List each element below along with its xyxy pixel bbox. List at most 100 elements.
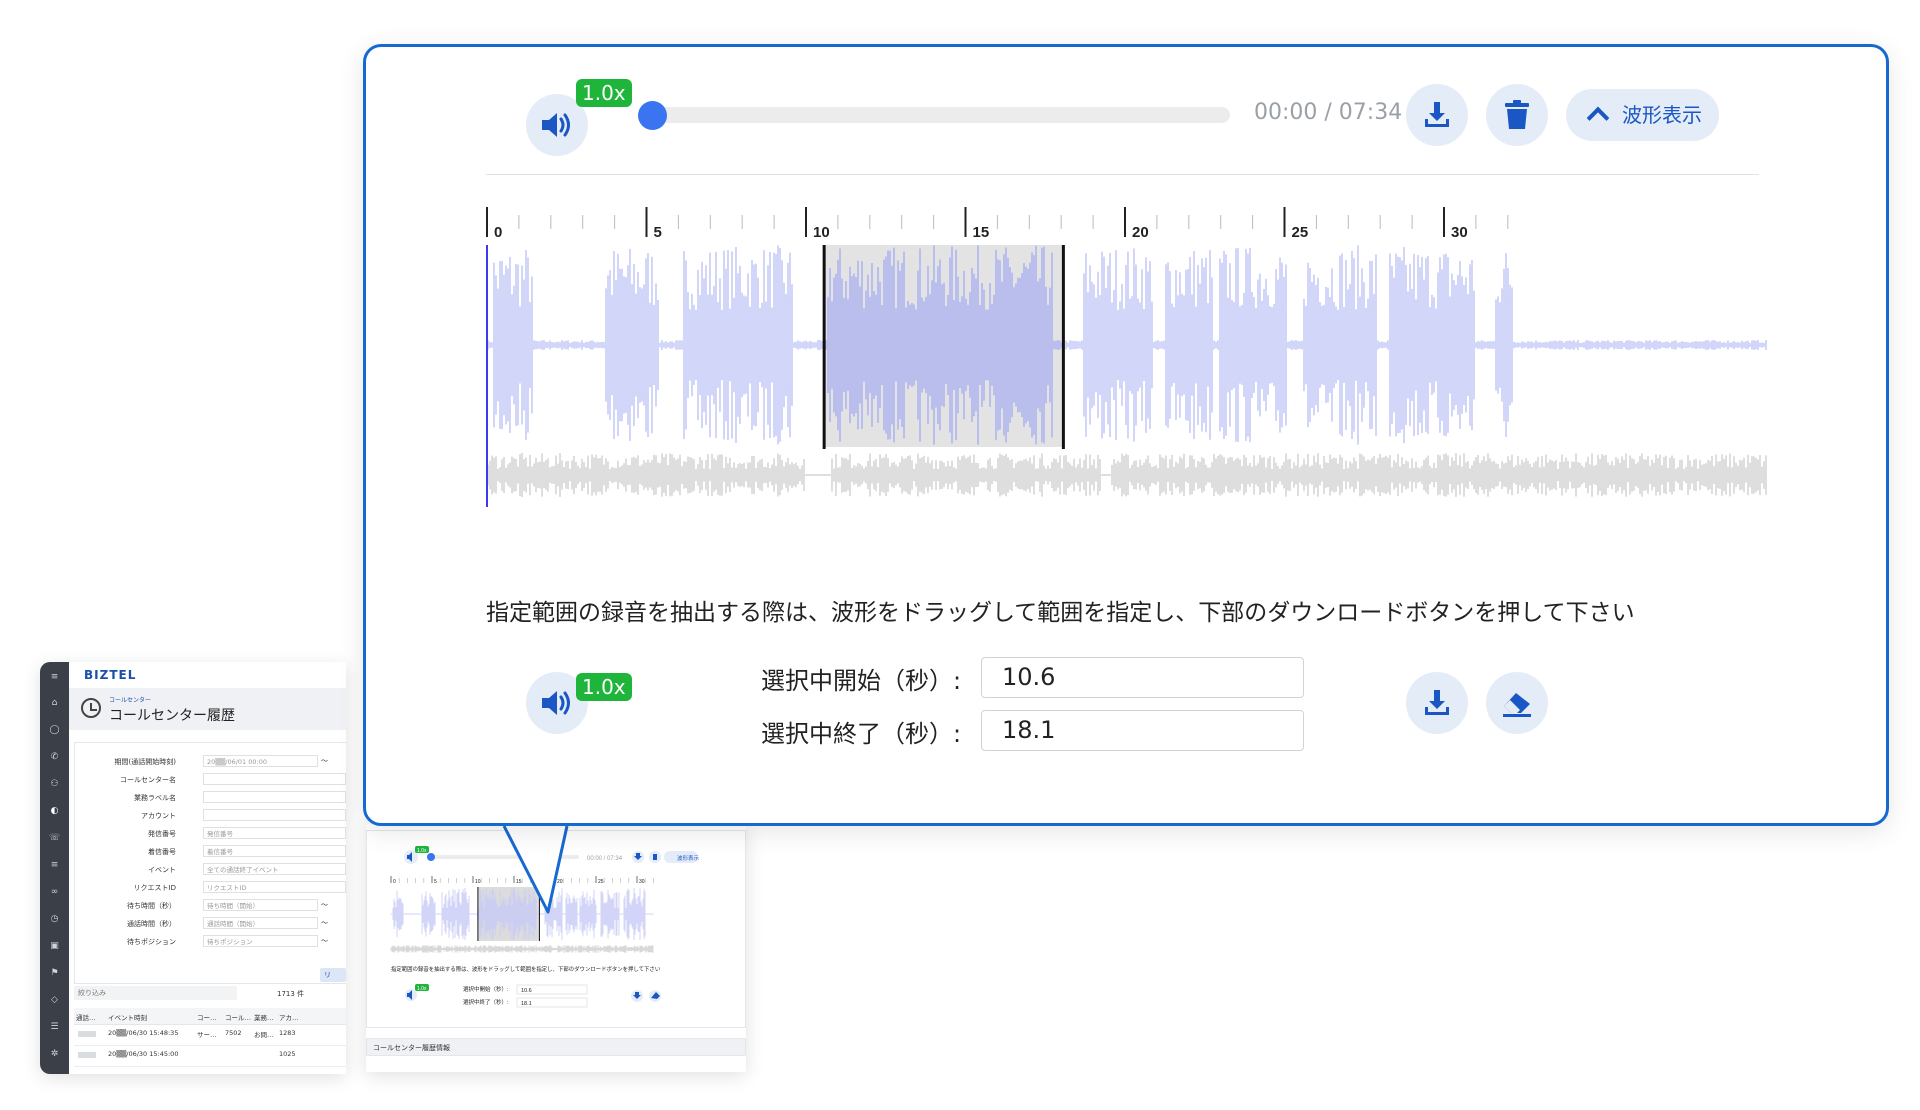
speed-badge-bottom[interactable]: 1.0x — [576, 673, 632, 701]
seek-knob[interactable] — [638, 101, 667, 130]
shield-icon[interactable]: ◇ — [49, 995, 60, 1006]
page-header: コールセンター コールセンター履歴 — [69, 688, 346, 730]
table-cell: 20▒▒/06/30 15:48:35 — [108, 1029, 179, 1037]
speed-badge[interactable]: 1.0x — [576, 79, 632, 107]
filter-input[interactable]: リクエストID — [203, 881, 346, 893]
mini-seek-knob — [427, 853, 435, 861]
filter-input[interactable]: 全ての通話終了イベント — [203, 863, 346, 875]
filter-input[interactable] — [203, 791, 346, 803]
table-cell: 7502 — [225, 1029, 242, 1037]
download-selection-button[interactable] — [1406, 672, 1468, 734]
range-separator: 〜 — [321, 901, 328, 909]
settings-sliders-icon[interactable]: ≡ — [49, 860, 60, 871]
mini-info-header: コールセンター履歴情報 — [366, 1038, 746, 1056]
instruction-text: 指定範囲の録音を抽出する際は、波形をドラッグして範囲を指定し、下部のダウンロード… — [486, 600, 1635, 626]
filter-form: 期間(通話開始時刻) 20▒▒/06/01 00:00 〜コールセンター名 業務ラベル… — [74, 742, 346, 984]
call-log-icon[interactable]: ☏ — [49, 833, 60, 844]
filter-label: 待ち時間（秒） — [127, 902, 176, 910]
download-icon — [1425, 102, 1449, 127]
column-header[interactable]: イベント時刻 — [108, 1012, 147, 1022]
filter-input[interactable]: 通話時間（開始） — [203, 917, 318, 929]
filter-row: 通話時間（秒） 通話時間（開始）〜 — [75, 917, 346, 931]
filter-row: 着信番号 着信番号 — [75, 845, 346, 859]
filter-row: 業務ラベル名 — [75, 791, 346, 805]
filter-label: 業務ラベル名 — [134, 794, 176, 802]
mini-end-label: 選択中終了（秒）: — [463, 998, 509, 1006]
trash-icon — [1505, 100, 1529, 129]
user-icon[interactable]: ◯ — [49, 725, 60, 736]
group-icon[interactable]: ⚇ — [49, 779, 60, 790]
filter-input[interactable]: 着信番号 — [203, 845, 346, 857]
database-icon[interactable]: ☰ — [49, 1022, 60, 1033]
ruler-tick-label: 10 — [813, 224, 830, 241]
mini-end-value: 18.1 — [521, 1001, 532, 1007]
column-header[interactable]: 通話… — [76, 1012, 96, 1022]
mini-start-value: 10.6 — [521, 988, 532, 994]
selection-end-input[interactable]: 18.1 — [981, 710, 1304, 751]
gear-icon[interactable]: ✲ — [49, 1049, 60, 1060]
ruler-tick-label: 5 — [654, 224, 662, 241]
filter-label: 着信番号 — [148, 848, 176, 856]
waveform-secondary — [486, 453, 1767, 497]
clipboard-icon[interactable]: ▣ — [49, 941, 60, 952]
search-button[interactable]: リ — [320, 968, 346, 982]
filter-label: 待ちポジション — [127, 938, 176, 946]
mini-ruler-label: 10 — [475, 879, 481, 885]
narrow-input[interactable]: 絞り込み — [74, 986, 237, 1000]
table-row[interactable]: 20▒▒/06/30 15:45:00 1025 — [74, 1046, 346, 1067]
menu-icon[interactable]: ≡ — [49, 672, 60, 683]
mini-trash-icon — [653, 854, 657, 860]
flag-icon[interactable]: ⚑ — [49, 968, 60, 979]
filter-label: リクエストID — [133, 884, 176, 892]
page-title: コールセンター履歴 — [109, 708, 235, 724]
home-icon[interactable]: ⌂ — [49, 698, 60, 709]
clear-selection-button[interactable] — [1486, 672, 1548, 734]
filter-input[interactable] — [203, 809, 346, 821]
column-header[interactable]: コール… — [225, 1012, 251, 1022]
history-icon[interactable]: ◷ — [49, 914, 60, 925]
mini-ruler-label: 30 — [639, 879, 645, 885]
mini-player-svg: 1.0x 00:00 / 07:34 波形表示 0 5 10 15 20 25 30 指定範囲の録音… — [390, 846, 700, 1008]
filter-label: 期間(通話開始時刻) — [114, 758, 176, 766]
filter-input[interactable]: 待ち時間（開始） — [203, 899, 318, 911]
link-icon[interactable]: ∞ — [49, 887, 60, 898]
seek-bar[interactable] — [650, 107, 1230, 123]
headset-icon[interactable]: ◐ — [49, 806, 60, 817]
range-separator: 〜 — [321, 937, 328, 945]
waveform-toggle-button[interactable]: 波形表示 — [1566, 89, 1719, 141]
mini-seek-bar — [429, 855, 579, 859]
phone-icon[interactable]: ✆ — [49, 752, 60, 763]
chevron-up-icon — [1586, 106, 1610, 130]
download-button[interactable] — [1406, 84, 1468, 146]
volume-icon — [542, 113, 570, 137]
player-callout: 1.0x 00:00 / 07:34 波形表示 0 5 10 15 20 25 30 指定範… — [363, 44, 1889, 826]
delete-button[interactable] — [1486, 84, 1548, 146]
ruler-tick-label: 25 — [1292, 224, 1309, 241]
filter-input[interactable]: 発信番号 — [203, 827, 346, 839]
filter-label: アカウント — [141, 812, 176, 820]
sidebar-rail: ≡ ⌂ ◯ ✆ ⚇ ◐ ☏ ≡ ∞ ◷ ▣ ⚑ ◇ ☰ ✲ — [40, 662, 69, 1074]
redacted-cell — [78, 1052, 96, 1058]
mini-toggle-label: 波形表示 — [677, 854, 700, 862]
selection-start-input[interactable]: 10.6 — [981, 657, 1304, 698]
mini-time-display: 00:00 / 07:34 — [587, 856, 623, 862]
mini-ruler-label: 0 — [393, 879, 396, 885]
column-header[interactable]: アカ… — [279, 1012, 299, 1022]
table-row[interactable]: 20▒▒/06/30 15:48:35 サー… 7502 お問… 1283 — [74, 1025, 346, 1046]
filter-input[interactable] — [203, 773, 346, 785]
table-cell: 1283 — [279, 1029, 296, 1037]
waveform-area[interactable]: 0 5 10 15 20 25 30 — [486, 207, 1768, 507]
mini-start-label: 選択中開始（秒）: — [463, 985, 509, 993]
column-header[interactable]: 業務… — [254, 1012, 274, 1022]
filter-input[interactable]: 待ちポジション — [203, 935, 318, 947]
redacted-cell — [78, 1031, 96, 1037]
filter-row: 待ちポジション 待ちポジション〜 — [75, 935, 346, 949]
filter-row: 期間(通話開始時刻) 20▒▒/06/01 00:00 〜 — [75, 755, 346, 769]
volume-icon — [542, 691, 570, 715]
filter-label: イベント — [148, 866, 176, 874]
breadcrumb[interactable]: コールセンター — [109, 695, 151, 704]
filter-input[interactable]: 20▒▒/06/01 00:00 — [203, 755, 318, 767]
mini-speed-text: 1.0x — [417, 986, 427, 992]
column-header[interactable]: コー… — [197, 1012, 217, 1022]
waveform-main — [486, 245, 1767, 445]
